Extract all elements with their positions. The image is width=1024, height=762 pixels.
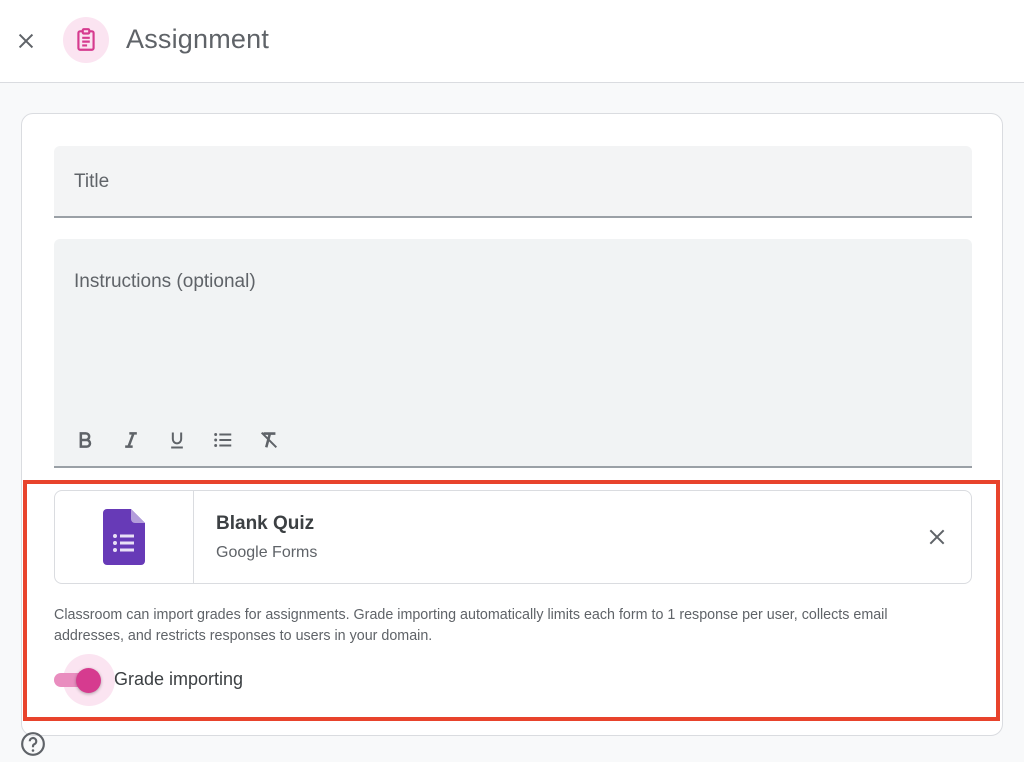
assignment-icon <box>77 28 95 51</box>
clear-formatting-icon <box>260 431 278 449</box>
highlight-box <box>23 480 1000 721</box>
underline-button[interactable] <box>154 423 200 457</box>
page-title: Assignment <box>126 24 270 54</box>
bold-button[interactable] <box>62 423 108 457</box>
italic-button[interactable] <box>108 423 154 457</box>
bold-icon <box>79 432 92 448</box>
title-field[interactable] <box>54 146 972 218</box>
bulleted-list-icon <box>214 433 232 447</box>
italic-icon <box>125 432 137 448</box>
instructions-input[interactable] <box>74 271 944 391</box>
instructions-field[interactable] <box>54 239 972 468</box>
help-icon <box>21 732 45 756</box>
underline-icon <box>171 432 183 449</box>
title-input[interactable] <box>74 168 944 196</box>
close-button[interactable] <box>12 27 40 55</box>
assignment-type-badge <box>63 17 109 63</box>
clear-formatting-button[interactable] <box>246 423 292 457</box>
bulleted-list-button[interactable] <box>200 423 246 457</box>
formatting-toolbar <box>62 423 292 457</box>
close-icon <box>18 33 34 49</box>
top-bar: Assignment <box>0 0 1024 83</box>
help-button[interactable] <box>20 731 46 757</box>
